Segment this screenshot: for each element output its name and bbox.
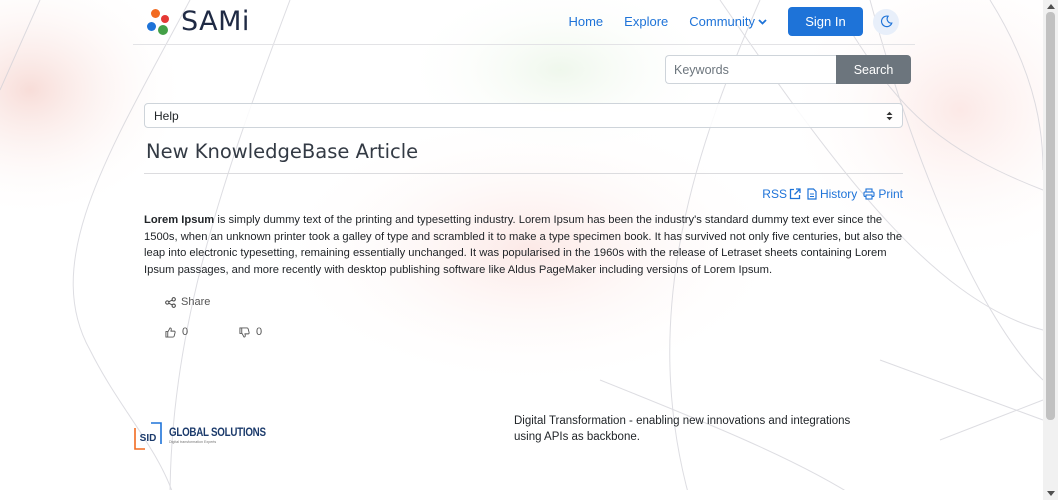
nav-community-dropdown[interactable]: Community <box>689 14 767 29</box>
article-body: Lorem Ipsum is simply dummy text of the … <box>144 212 904 278</box>
footer-brand-subtitle: Digital transformation Experts <box>169 439 217 444</box>
article-body-text: is simply dummy text of the printing and… <box>144 214 903 276</box>
scroll-down-arrow-icon[interactable] <box>1047 491 1055 496</box>
print-label: Print <box>878 187 903 201</box>
category-select[interactable]: Help <box>144 103 903 128</box>
article-title: New KnowledgeBase Article <box>146 140 419 163</box>
sid-logo-icon: SID <box>134 422 162 450</box>
nav-community-label: Community <box>689 14 755 29</box>
sign-in-button[interactable]: Sign In <box>788 7 863 36</box>
history-label: History <box>819 187 858 201</box>
scrollbar-thumb[interactable] <box>1046 12 1055 420</box>
article-tools: RSS History Print <box>756 187 903 201</box>
share-label: Share <box>181 296 211 308</box>
printer-icon <box>863 188 875 200</box>
select-caret-icon <box>886 111 893 120</box>
history-link[interactable]: History <box>807 187 857 201</box>
dislike-button[interactable]: 0 <box>239 326 262 338</box>
share-button[interactable]: Share <box>165 296 210 308</box>
footer-brand-text: GLOBAL SOLUTIONS Digital transformation … <box>169 427 283 445</box>
vertical-scrollbar[interactable] <box>1043 0 1058 500</box>
brand-logo[interactable]: SAMi <box>147 8 250 36</box>
nav-home-link[interactable]: Home <box>568 14 603 29</box>
top-navbar: SAMi Home Explore Community Sign In <box>133 0 915 45</box>
page: SAMi Home Explore Community Sign In Sear… <box>0 0 1043 500</box>
bottom-strip <box>0 490 1043 500</box>
like-button[interactable]: 0 <box>165 326 188 338</box>
moon-icon <box>880 15 893 28</box>
footer-tagline: Digital Transformation - enabling new in… <box>514 415 851 443</box>
external-link-icon <box>789 188 801 200</box>
main-nav: Home Explore Community Sign In <box>568 7 899 36</box>
sami-logo-icon <box>147 9 171 35</box>
search-button[interactable]: Search <box>836 55 911 84</box>
chevron-down-icon <box>758 18 767 25</box>
rss-link[interactable]: RSS <box>762 187 801 201</box>
theme-toggle-button[interactable] <box>873 8 899 35</box>
dislike-count: 0 <box>256 326 263 338</box>
rss-label: RSS <box>762 187 787 201</box>
title-divider <box>144 173 903 174</box>
brand-name: SAMi <box>181 6 250 37</box>
article-lead: Lorem Ipsum <box>144 214 215 226</box>
category-select-value: Help <box>154 108 179 123</box>
nav-explore-link[interactable]: Explore <box>624 14 668 29</box>
search-form: Search <box>665 55 911 84</box>
like-count: 0 <box>182 326 189 338</box>
footer-brand-title: GLOBAL SOLUTIONS <box>169 427 266 439</box>
print-link[interactable]: Print <box>863 187 903 201</box>
search-input[interactable] <box>665 55 836 84</box>
sid-logo-text: SID <box>140 433 157 444</box>
document-icon <box>807 188 817 200</box>
footer-logo: SID GLOBAL SOLUTIONS Digital transformat… <box>133 421 283 451</box>
thumbs-down-icon <box>239 326 250 338</box>
scroll-up-arrow-icon[interactable] <box>1047 4 1055 9</box>
thumbs-up-icon <box>165 326 176 338</box>
share-icon <box>165 296 176 308</box>
